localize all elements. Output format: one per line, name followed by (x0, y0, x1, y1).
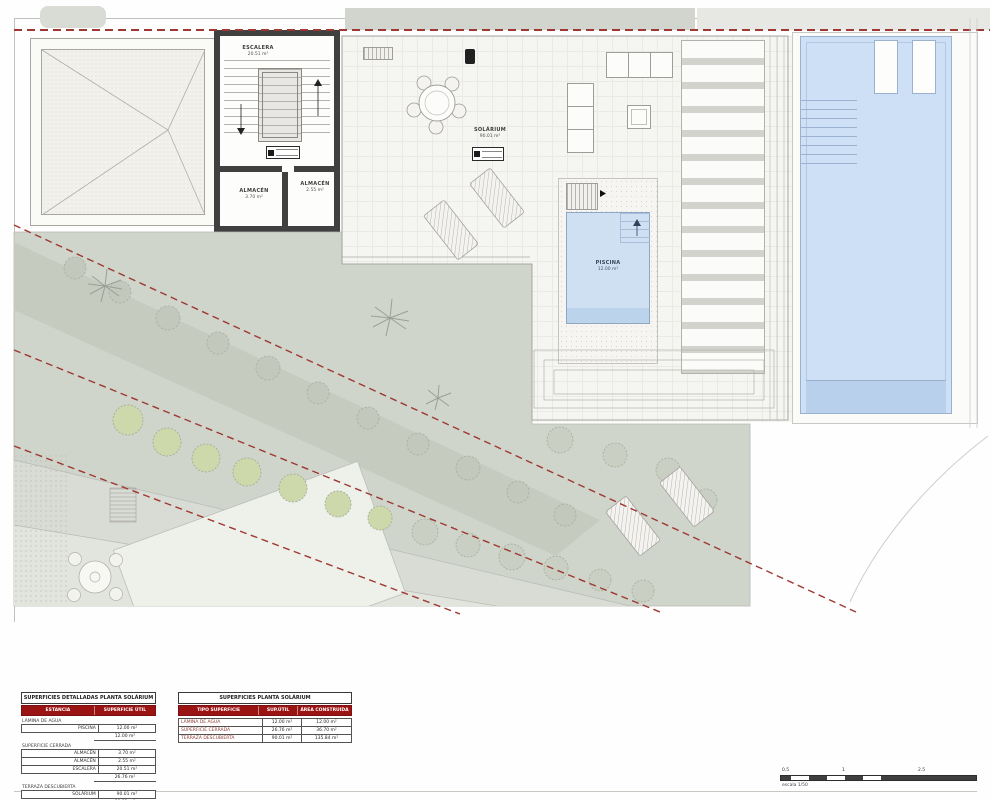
shrub-sketches (64, 257, 576, 526)
scale-tick: 2.5 (918, 768, 925, 773)
detailed-table-header: ESTANCIA SUPERFICIE ÚTIL (21, 705, 156, 716)
table-row: SOLÁRIUM 90.01 m² (21, 790, 156, 799)
pergola-slats (681, 40, 765, 374)
neighbor-stairs (110, 488, 136, 522)
level-marker-icon (268, 150, 274, 156)
cabinet-cell (567, 83, 594, 107)
table-row: PISCINA 12.00 m² (21, 724, 156, 733)
table-row: ESCALERA 20.51 m² (21, 765, 156, 774)
top-road-band-light (697, 8, 990, 30)
table-row: SUPERFICIE CERRADA 26.76 m² 36.70 m² (178, 726, 352, 735)
piscina-label: PISCINA 12.00 m² (566, 260, 650, 272)
shrub-band (14, 242, 600, 556)
subtotal-row: 26.76 m² (21, 774, 156, 782)
almacen-pequeno-label: ALMACÉN 2.55 m² (294, 181, 336, 193)
neighbor-round-table (68, 553, 123, 602)
level-marker-solarium (472, 147, 504, 161)
stair-flight-inner (262, 72, 298, 138)
big-pool-shallow-band (806, 380, 946, 413)
terrain-contour-line (850, 436, 988, 602)
scale-tick: 0.5 (782, 768, 789, 773)
pool-steps (566, 183, 598, 210)
table-row: ALMACÉN 3.70 m² (21, 749, 156, 758)
table-row: ALMACÉN 2.55 m² (21, 757, 156, 766)
cabinet-cell (567, 106, 594, 130)
neighbor-plot (14, 525, 520, 610)
big-pool-ledge (874, 40, 898, 94)
sheet-bottom-border (14, 791, 977, 792)
square-table (627, 105, 651, 129)
square-table-inner (631, 109, 647, 125)
header-estancia: ESTANCIA (22, 706, 95, 715)
summary-table-header: TIPO SUPERFICIE SUP.ÚTIL ÁREA CONSTRUIDA (178, 705, 352, 716)
header-sup-util: SUP.ÚTIL (259, 706, 298, 715)
storage-wall-right (294, 166, 334, 172)
almacen-grande-label: ALMACÉN 3.70 m² (228, 188, 280, 200)
outdoor-cabinet (567, 83, 594, 153)
floor-plan-sheet: ESCALERA 20.51 m² ALMACÉN 3.70 m² ALMACÉ… (0, 0, 991, 800)
sofa-seat (606, 52, 629, 78)
garden-road (14, 460, 630, 610)
outdoor-sofa (606, 52, 673, 78)
scale-bar: 0.5 1 2.5 escala 1/50 (780, 768, 975, 790)
summary-areas-table: SUPERFICIES PLANTA SOLÁRIUM TIPO SUPERFI… (178, 692, 352, 743)
header-area-construida: ÁREA CONSTRUIDA (298, 706, 351, 715)
sofa-seat (650, 52, 673, 78)
level-marker-icon (474, 151, 480, 157)
detailed-areas-table: SUPERFICIES DETALLADAS PLANTA SOLÁRIUM E… (21, 692, 156, 800)
palm-trees (88, 269, 451, 410)
storage-wall-left (220, 166, 282, 172)
top-road-band (345, 8, 695, 30)
gray-tree-row (412, 427, 717, 602)
small-pool-shallow-band (567, 308, 649, 323)
top-left-vegetation (40, 6, 106, 28)
vent-grille (363, 47, 393, 60)
neighbor-terrace (113, 461, 405, 681)
header-tipo-superficie: TIPO SUPERFICIE (179, 706, 259, 715)
big-pool-stairs (801, 100, 857, 166)
level-marker-stairs (266, 146, 300, 159)
detailed-table-title: SUPERFICIES DETALLADAS PLANTA SOLÁRIUM (21, 692, 156, 704)
summary-table-title: SUPERFICIES PLANTA SOLÁRIUM (178, 692, 352, 704)
small-pool-ledge (620, 213, 650, 243)
chimney (465, 49, 475, 64)
header-superficie-util: SUPERFICIE ÚTIL (95, 706, 155, 715)
scale-bar-graphic (780, 775, 977, 781)
green-tree-row (113, 405, 392, 530)
big-pool-ledge (912, 40, 936, 94)
scale-caption: escala 1/50 (782, 783, 808, 788)
table-row: TERRAZA DESCUBIERTA 90.01 m² 135.84 m² (178, 734, 352, 743)
roof-surface (41, 49, 205, 215)
escalera-label: ESCALERA 20.51 m² (226, 45, 290, 57)
storage-divider-wall (282, 172, 288, 226)
cabinet-cell (567, 129, 594, 153)
big-pool-inner-line (806, 42, 946, 408)
sheet-left-border (14, 18, 15, 622)
scale-tick: 1 (842, 768, 845, 773)
table-row: LÁMINA DE AGUA 12.00 m² 12.00 m² (178, 718, 352, 727)
garden-loungers (606, 467, 715, 556)
solarium-label: SOLÁRIUM 90.01 m² (450, 127, 530, 139)
subtotal-row: 12.00 m² (21, 733, 156, 741)
gravel-area (14, 455, 68, 605)
sofa-seat (628, 52, 651, 78)
